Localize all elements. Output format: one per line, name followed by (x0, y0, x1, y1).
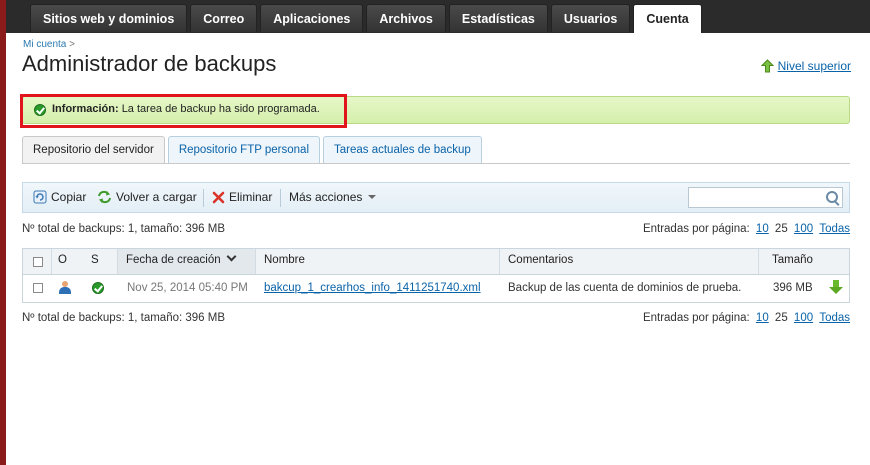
backup-summary-bottom: Nº total de backups: 1, tamaño: 396 MB (22, 312, 226, 324)
sort-desc-icon (226, 251, 237, 262)
repository-tabs: Repositorio del servidor Repositorio FTP… (22, 136, 485, 163)
toolbar: Copiar Volver a cargar Eliminar Más acci… (22, 182, 850, 213)
row-comment: Backup de las cuenta de dominios de prue… (508, 282, 742, 294)
pager-option-all[interactable]: Todas (819, 312, 850, 324)
up-level-label[interactable]: Nivel superior (778, 59, 851, 73)
entries-per-page-top: Entradas por página: 10 25 100 Todas (643, 223, 850, 235)
pager-option-100[interactable]: 100 (794, 312, 813, 324)
column-header-name[interactable]: Nombre (264, 254, 305, 266)
column-header-size[interactable]: Tamaño (772, 254, 813, 266)
pager-option-25-current: 25 (774, 312, 788, 324)
row-date: Nov 25, 2014 05:40 PM (127, 282, 248, 294)
tab-websites-domains[interactable]: Sitios web y dominios (30, 4, 188, 32)
tab-current-backup-tasks[interactable]: Tareas actuales de backup (323, 136, 482, 163)
delete-x-icon (212, 191, 225, 203)
column-divider (499, 249, 500, 274)
pager-label: Entradas por página: (642, 223, 750, 235)
pager-option-10[interactable]: 10 (756, 223, 769, 235)
backup-file-link[interactable]: bakcup_1_crearhos_info_1411251740.xml (264, 282, 481, 294)
column-header-date-label[interactable]: Fecha de creación (126, 254, 221, 266)
row-filename[interactable]: bakcup_1_crearhos_info_1411251740.xml (264, 282, 481, 294)
pager-option-all[interactable]: Todas (819, 223, 850, 235)
copy-icon (33, 190, 47, 204)
highlight-frame (20, 94, 347, 128)
search-input[interactable] (688, 187, 843, 208)
pager-option-25-current: 25 (774, 223, 788, 235)
pager-option-10[interactable]: 10 (756, 312, 769, 324)
tab-personal-ftp-repository[interactable]: Repositorio FTP personal (167, 136, 320, 163)
toolbar-separator (203, 189, 204, 207)
column-header-comments[interactable]: Comentarios (508, 254, 573, 266)
tabs-divider (22, 163, 850, 164)
toolbar-separator (280, 189, 281, 207)
copy-label[interactable]: Copiar (51, 190, 86, 204)
delete-button[interactable]: Eliminar (212, 190, 272, 204)
select-all-checkbox[interactable] (33, 257, 43, 267)
dropdown-arrow-icon (368, 195, 377, 199)
entries-per-page-bottom: Entradas por página: 10 25 100 Todas (643, 312, 850, 324)
download-icon[interactable] (829, 280, 843, 294)
column-divider (51, 249, 52, 274)
tab-server-repository[interactable]: Repositorio del servidor (22, 136, 165, 163)
tab-applications[interactable]: Aplicaciones (260, 4, 364, 32)
row-size: 396 MB (773, 282, 813, 294)
tab-users[interactable]: Usuarios (550, 4, 631, 32)
backup-summary-top: Nº total de backups: 1, tamaño: 396 MB (22, 223, 226, 235)
breadcrumb-separator: > (69, 39, 75, 50)
tab-statistics[interactable]: Estadísticas (448, 4, 548, 32)
main-content: Mi cuenta > Administrador de backups Niv… (6, 33, 870, 465)
arrow-up-icon (760, 59, 774, 73)
backups-table: O S Fecha de creación Nombre Comentarios… (22, 248, 850, 303)
copy-button[interactable]: Copiar (33, 190, 86, 204)
delete-label[interactable]: Eliminar (229, 190, 272, 204)
table-header: O S Fecha de creación Nombre Comentarios… (23, 249, 849, 275)
user-owner-icon (59, 281, 71, 294)
tab-files[interactable]: Archivos (366, 4, 446, 32)
up-level-link[interactable]: Nivel superior (760, 59, 851, 73)
column-header-status: S (91, 254, 99, 266)
tab-mail[interactable]: Correo (190, 4, 258, 32)
breadcrumb-my-account-link[interactable]: Mi cuenta (23, 39, 66, 50)
refresh-icon (98, 190, 111, 204)
more-actions-dropdown[interactable]: Más acciones (289, 190, 377, 204)
pager-option-100[interactable]: 100 (794, 223, 813, 235)
pager-label: Entradas por página: (642, 312, 750, 324)
tab-account[interactable]: Cuenta (633, 4, 702, 33)
column-header-date[interactable]: Fecha de creación (126, 251, 237, 266)
column-divider (255, 249, 256, 274)
reload-button[interactable]: Volver a cargar (97, 190, 197, 204)
search-icon[interactable] (826, 191, 838, 203)
breadcrumb: Mi cuenta > (23, 39, 75, 50)
column-divider (758, 249, 759, 274)
status-ok-icon (92, 282, 104, 294)
row-checkbox[interactable] (33, 283, 43, 293)
main-navigation: Sitios web y dominios Correo Aplicacione… (6, 0, 870, 33)
reload-label[interactable]: Volver a cargar (116, 190, 197, 204)
column-header-owner: O (58, 254, 67, 266)
more-actions-label[interactable]: Más acciones (289, 190, 362, 204)
page-title: Administrador de backups (22, 51, 277, 76)
